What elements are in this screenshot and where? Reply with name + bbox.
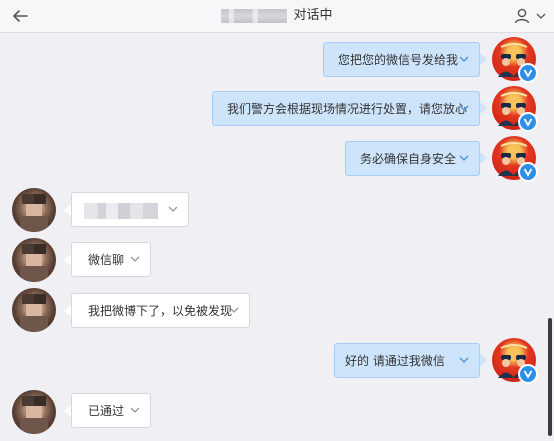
message-text: 微信聊 [88,253,125,267]
outgoing-message-bubble[interactable]: 务必确保自身安全 [345,141,480,176]
person-icon[interactable] [514,7,532,25]
bubble-tail [64,405,71,417]
bubble-tail [64,204,71,216]
chevron-down-icon[interactable] [168,206,178,213]
incoming-message-bubble[interactable]: 微信聊 [71,242,151,277]
redacted-message-content [84,202,158,219]
bubble-tail [64,305,71,317]
outgoing-message-bubble[interactable]: 我们警方会根据现场情况进行处置，请您放心 [212,91,480,126]
outgoing-message-bubble[interactable]: 好的 请通过我微信 [334,343,480,378]
police-avatar[interactable] [492,338,538,384]
message-text: 好的 请通过我微信 [345,354,445,368]
bubble-tail [480,354,487,366]
police-avatar[interactable] [492,86,538,132]
chevron-down-icon[interactable] [459,56,469,63]
scrollbar-thumb[interactable] [548,318,552,436]
incoming-message-bubble[interactable] [71,192,189,227]
police-avatar[interactable] [492,136,538,182]
police-avatar[interactable] [492,37,538,83]
bubble-tail [64,254,71,266]
verified-badge-icon [518,112,538,132]
bubble-tail [480,102,487,114]
message-text: 务必确保自身安全 [360,152,457,166]
outgoing-message-bubble[interactable]: 您把您的微信号发给我 [323,42,480,77]
incoming-message-bubble[interactable]: 已通过 [71,393,151,428]
verified-badge-icon [518,63,538,83]
chevron-down-icon[interactable] [130,407,140,414]
chat-title: 对话中 [0,0,554,32]
verified-badge-icon [518,364,538,384]
chevron-down-icon[interactable] [229,307,239,314]
chevron-down-icon[interactable] [459,155,469,162]
user-avatar[interactable] [12,288,56,332]
chevron-down-icon[interactable] [459,105,469,112]
user-avatar[interactable] [12,238,56,282]
chevron-down-icon[interactable] [130,256,140,263]
message-text: 您把您的微信号发给我 [338,53,459,67]
chat-header: 对话中 [0,0,554,33]
chevron-down-icon[interactable] [459,357,469,364]
incoming-message-bubble[interactable]: 我把微博下了，以免被发现 [71,293,250,328]
bubble-tail [480,53,487,65]
redacted-contact-name [221,9,288,23]
verified-badge-icon [518,162,538,182]
user-avatar[interactable] [12,188,56,232]
chevron-down-icon[interactable] [536,11,546,21]
bubble-tail [480,152,487,164]
chat-status-title: 对话中 [293,8,333,23]
message-text: 我们警方会根据现场情况进行处置，请您放心 [227,102,468,116]
message-text: 我把微博下了，以免被发现 [88,304,233,318]
user-avatar[interactable] [12,390,56,434]
message-text: 已通过 [88,404,125,418]
